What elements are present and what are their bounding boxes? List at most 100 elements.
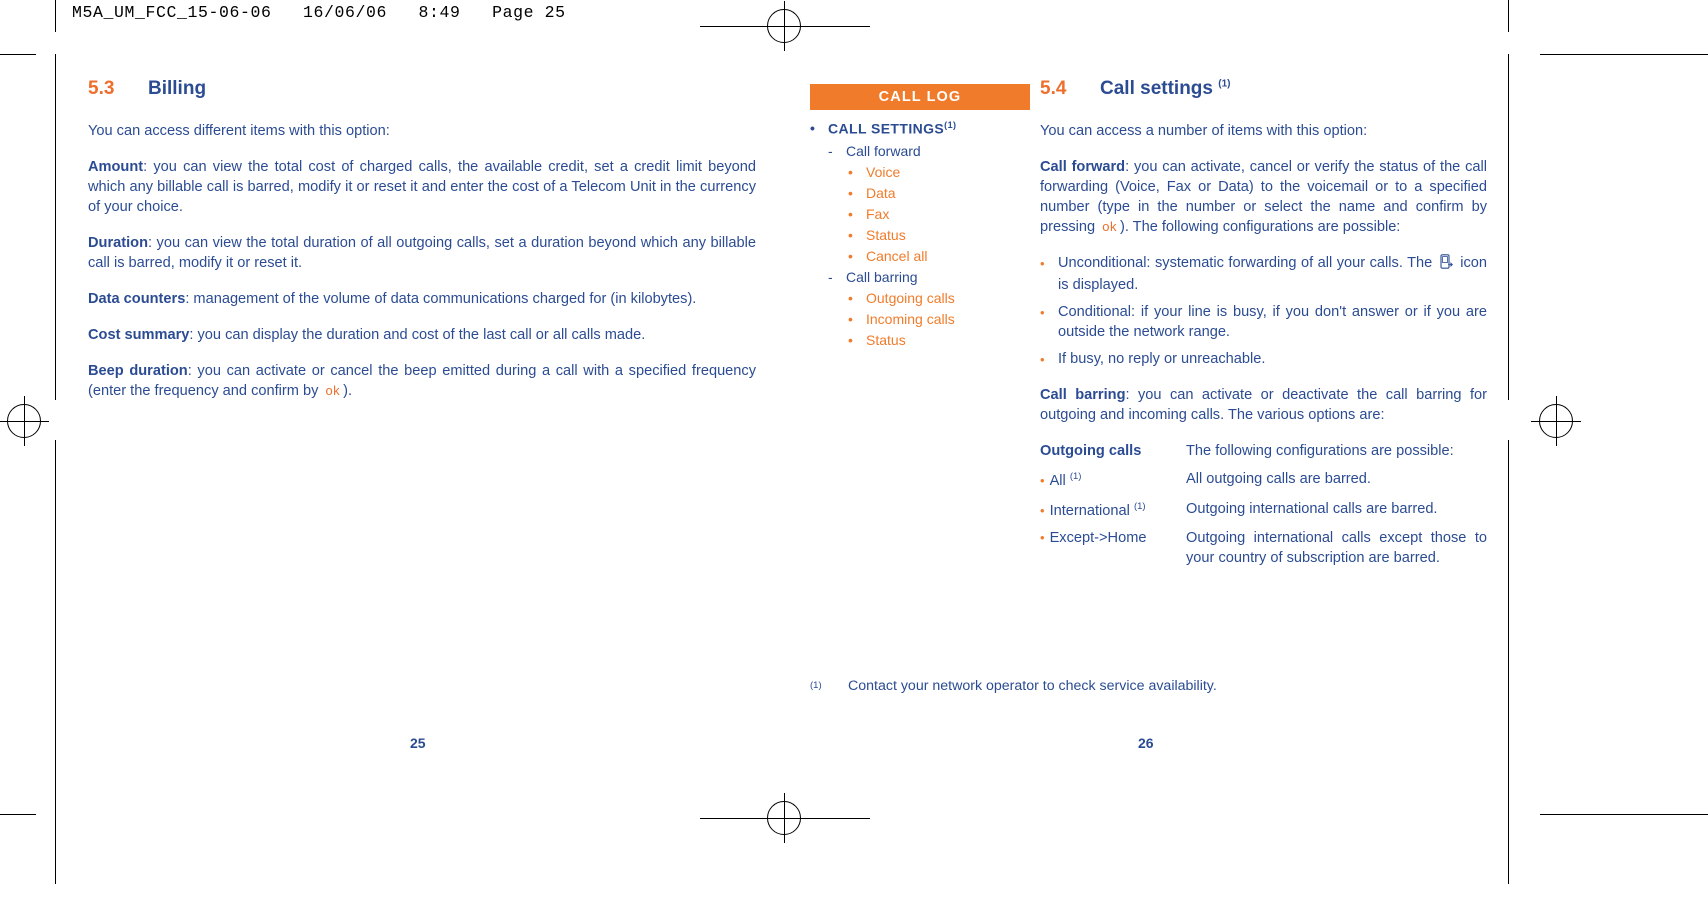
registration-mark-right bbox=[1531, 396, 1581, 446]
crop-mark-right-vertical-lower bbox=[1508, 54, 1510, 400]
barring-row-term-except-home: • Except->Home bbox=[1040, 530, 1147, 547]
crop-mark-left-vertical-lower2 bbox=[55, 440, 57, 815]
crop-mark-left-vertical bbox=[55, 0, 57, 32]
list-item: • Unconditional: systematic forwarding o… bbox=[1040, 254, 1487, 296]
crop-mark-bottom-horizontal-right bbox=[1540, 814, 1708, 816]
ok-key-icon: ok bbox=[325, 382, 341, 398]
crop-mark-bottom-horizontal bbox=[0, 814, 36, 816]
tree-root-label: CALL SETTINGS(1) bbox=[828, 120, 957, 137]
tree-item-label: Status bbox=[866, 331, 906, 348]
menu-tree: • CALL SETTINGS(1) - Call forward • Voic… bbox=[810, 120, 1040, 353]
entry-amount-term: Amount bbox=[88, 158, 144, 175]
entry-duration: Duration: you can view the total duratio… bbox=[88, 234, 756, 274]
tree-item-label: Outgoing calls bbox=[866, 289, 955, 306]
call-settings-intro: You can access a number of items with th… bbox=[1040, 123, 1368, 139]
page-title: Billing bbox=[148, 78, 207, 99]
crop-mark-bottom-left-vertical bbox=[55, 814, 57, 884]
footnote-ref: (1) bbox=[1133, 500, 1146, 512]
crop-mark-right-vertical-lower2 bbox=[1508, 440, 1510, 815]
left-page-content: 5.3 Billing You can access different ite… bbox=[88, 78, 756, 402]
bullet-icon: • bbox=[848, 184, 853, 201]
barring-table-header: Outgoing calls The following configurati… bbox=[1040, 442, 1487, 462]
footnote: (1) Contact your network operator to che… bbox=[810, 678, 1490, 694]
table-row: • International (1) Outgoing internationa… bbox=[1040, 500, 1487, 522]
crop-mark-left-vertical-lower bbox=[55, 54, 57, 400]
entry-beep-duration: Beep duration: you can activate or cance… bbox=[88, 362, 756, 402]
entry-beep-duration-term: Beep duration bbox=[88, 362, 188, 379]
registration-mark-top bbox=[759, 1, 809, 51]
bullet-icon: • bbox=[1040, 530, 1045, 546]
section-number: 5.4 bbox=[1040, 78, 1067, 99]
tree-item-label: Data bbox=[866, 184, 896, 201]
tree-item-status-barring: • Status bbox=[848, 332, 1040, 348]
entry-beep-duration-text-after: ). bbox=[343, 382, 353, 399]
call-barring-paragraph: Call barring: you can activate or deacti… bbox=[1040, 386, 1487, 426]
call-barring-term: Call barring bbox=[1040, 386, 1126, 403]
footnote-ref: (1) bbox=[944, 120, 957, 130]
barring-row-term-all: • All (1) bbox=[1040, 470, 1082, 489]
call-forward-paragraph: Call forward: you can activate, cancel o… bbox=[1040, 158, 1487, 238]
crop-mark-bottom-right-vertical bbox=[1508, 814, 1510, 884]
tree-item-label: Incoming calls bbox=[866, 310, 955, 327]
tree-item-data: • Data bbox=[848, 185, 1040, 201]
ok-key-icon: ok bbox=[1102, 218, 1117, 234]
tree-item-outgoing-calls: • Outgoing calls bbox=[848, 290, 1040, 306]
list-item: • Conditional: if your line is busy, if … bbox=[1040, 303, 1487, 343]
tree-group-label: Call barring bbox=[846, 268, 918, 285]
bullet-icon: • bbox=[848, 205, 853, 222]
barring-header-term: Outgoing calls bbox=[1040, 442, 1142, 459]
crop-mark-right-vertical bbox=[1508, 0, 1510, 32]
tree-item-incoming-calls: • Incoming calls bbox=[848, 311, 1040, 327]
tree-item-label: Status bbox=[866, 226, 906, 243]
barring-row-term-international: • International (1) bbox=[1040, 500, 1146, 519]
tree-item-cancel-all: • Cancel all bbox=[848, 248, 1040, 264]
barring-row-desc-except-home: Outgoing international calls except thos… bbox=[1186, 530, 1487, 567]
call-forward-term: Call forward bbox=[1040, 158, 1126, 175]
registration-mark-bottom bbox=[759, 793, 809, 843]
billing-intro: You can access different items with this… bbox=[88, 123, 390, 139]
entry-beep-duration-text: : you can activate or cancel the beep em… bbox=[88, 362, 757, 399]
table-row: • All (1) All outgoing calls are barred. bbox=[1040, 470, 1487, 492]
bullet-icon: • bbox=[848, 226, 853, 243]
footnote-mark: (1) bbox=[810, 680, 822, 691]
tree-item-label: Voice bbox=[866, 163, 901, 180]
entry-duration-term: Duration bbox=[88, 234, 148, 251]
crop-mark-top-horizontal bbox=[0, 54, 36, 56]
option-unconditional: Unconditional: systematic forwarding of … bbox=[1058, 254, 1487, 293]
page-number-left: 25 bbox=[410, 735, 426, 751]
call-forward-text-after: ). The following configurations are poss… bbox=[1119, 218, 1401, 235]
barring-row-desc-all: All outgoing calls are barred. bbox=[1186, 470, 1371, 487]
entry-amount: Amount: you can view the total cost of c… bbox=[88, 158, 756, 218]
dash-icon: - bbox=[828, 268, 833, 285]
page-number-right: 26 bbox=[1138, 735, 1154, 751]
tree-root-call-settings: • CALL SETTINGS(1) bbox=[810, 120, 1040, 137]
footnote-ref: (1) bbox=[1069, 470, 1082, 482]
file-stamp: M5A_UM_FCC_15-06-06 16/06/06 8:49 Page 2… bbox=[72, 3, 566, 22]
entry-amount-text: : you can view the total cost of charged… bbox=[88, 158, 756, 215]
bullet-icon: • bbox=[848, 163, 853, 180]
entry-cost-summary: Cost summary: you can display the durati… bbox=[88, 326, 756, 346]
section-number: 5.3 bbox=[88, 78, 115, 99]
tree-item-voice: • Voice bbox=[848, 164, 1040, 180]
right-page-content: 5.4 Call settings (1) You can access a n… bbox=[1040, 78, 1487, 577]
bullet-icon: • bbox=[810, 120, 816, 136]
bullet-icon: • bbox=[848, 289, 853, 306]
barring-row-desc-international: Outgoing international calls are barred. bbox=[1186, 500, 1438, 517]
call-forward-icon bbox=[1440, 254, 1453, 276]
list-item: • If busy, no reply or unreachable. bbox=[1040, 350, 1487, 370]
entry-data-counters-text: : management of the volume of data commu… bbox=[185, 290, 697, 307]
dash-icon: - bbox=[828, 142, 833, 159]
bullet-icon: • bbox=[1040, 304, 1045, 320]
table-row: • Except->Home Outgoing international cal… bbox=[1040, 529, 1487, 569]
tree-group-call-barring: - Call barring bbox=[828, 269, 1040, 285]
call-forward-options-list: • Unconditional: systematic forwarding o… bbox=[1040, 254, 1487, 370]
barring-header-desc: The following configurations are possibl… bbox=[1186, 442, 1454, 459]
option-conditional: Conditional: if your line is busy, if yo… bbox=[1058, 303, 1487, 340]
bullet-icon: • bbox=[848, 310, 853, 327]
call-log-banner: CALL LOG bbox=[810, 84, 1030, 110]
entry-cost-summary-term: Cost summary bbox=[88, 326, 190, 343]
section-heading-billing: 5.3 Billing bbox=[88, 78, 756, 100]
tree-group-call-forward: - Call forward bbox=[828, 143, 1040, 159]
entry-data-counters: Data counters: management of the volume … bbox=[88, 290, 756, 310]
entry-cost-summary-text: : you can display the duration and cost … bbox=[189, 326, 646, 343]
